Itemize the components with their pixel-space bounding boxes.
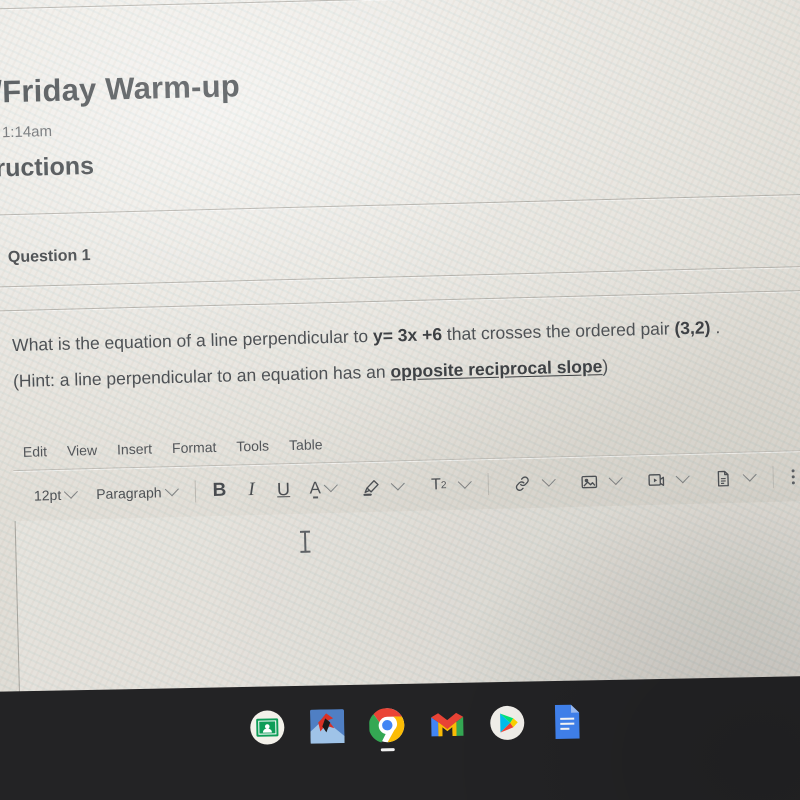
superscript-letter: T [430,476,442,494]
image-dropdown[interactable] [563,465,631,497]
quiz-due-date: Feb 9 at 1:14am [0,122,53,143]
menu-view[interactable]: View [67,442,97,459]
chevron-down-icon [164,482,179,497]
divider-below-question-header [0,264,800,288]
superscript-dropdown[interactable]: T2 [412,469,480,501]
menu-insert[interactable]: Insert [117,441,152,458]
chevron-down-icon [742,467,757,482]
document-icon [707,465,740,492]
divider-above-question [0,192,800,216]
highlighter-icon [356,474,389,501]
question-label: Question 1 [7,247,91,267]
superscript-icon: T2 [422,472,455,499]
toolbar-separator [487,473,490,496]
menu-format[interactable]: Format [172,439,217,456]
google-docs-icon[interactable] [548,702,587,741]
chromebook-screen: Thursday/Friday Warm-up rsday/Friday War… [0,0,800,726]
photos-app-icon[interactable] [308,707,347,746]
bold-button[interactable]: B [203,477,236,504]
gmail-icon[interactable] [428,705,467,744]
question-hint-part1: (Hint: a line perpendicular to an equati… [12,361,391,392]
chevron-down-icon [323,478,338,493]
answer-textarea[interactable] [14,500,800,698]
kebab-dot [791,474,795,478]
page-title: rsday/Friday Warm-up [0,68,241,112]
media-icon [640,466,673,493]
question-line1-part1: What is the equation of a line perpendic… [11,325,374,356]
active-app-indicator [380,748,395,752]
rich-content-editor: Edit View Insert Format Tools Table 12pt… [13,424,800,698]
link-dropdown[interactable] [496,467,564,499]
text-cursor-icon [303,531,307,552]
question-equation: y= 3x +6 [372,324,443,346]
question-text: What is the equation of a line perpendic… [12,306,800,399]
chevron-down-icon [541,472,556,487]
chevron-down-icon [608,470,623,486]
block-format-value: Paragraph [95,484,162,502]
highlight-color-dropdown[interactable] [345,471,413,503]
image-icon [573,468,606,495]
media-dropdown[interactable] [630,464,698,496]
document-dropdown[interactable] [697,462,765,494]
kebab-menu-icon[interactable] [781,465,800,489]
chevron-down-icon [457,474,472,489]
google-classroom-icon[interactable] [248,708,287,747]
toolbar-separator [194,480,196,503]
chevron-down-icon [675,469,690,484]
font-size-value: 12pt [33,486,62,504]
question-ordered-pair: (3,2) [674,317,711,339]
text-color-icon: A [309,478,322,498]
divider-question-body-top [0,288,800,312]
link-icon [506,470,539,497]
chevron-down-icon [64,484,79,499]
taskbar-icon-list [248,702,587,752]
google-chrome-icon[interactable] [368,706,407,752]
photo-of-screen: Thursday/Friday Warm-up rsday/Friday War… [0,0,800,800]
superscript-exponent: 2 [440,479,447,491]
text-color-dropdown[interactable]: A [299,477,346,500]
menu-table[interactable]: Table [289,436,323,453]
toolbar-separator [772,465,774,488]
italic-button[interactable]: I [235,477,268,504]
kebab-dot [791,480,795,484]
question-line1-part2: that crosses the ordered pair [441,318,675,345]
question-hint-part2: ) [602,355,609,377]
font-size-dropdown[interactable]: 12pt [24,484,87,506]
google-play-icon[interactable] [488,704,527,743]
quiz-instructions-heading: : Instructions [0,151,95,184]
taskbar [0,675,800,800]
underline-button[interactable]: U [267,476,300,503]
kebab-dot [791,468,795,472]
block-format-dropdown[interactable]: Paragraph [86,482,187,505]
question-line1-part3: . [710,317,721,338]
menu-edit[interactable]: Edit [23,443,48,460]
divider-top [0,0,800,10]
hint-link[interactable]: opposite reciprocal slope [390,356,602,381]
chevron-down-icon [390,476,405,491]
menu-tools[interactable]: Tools [236,438,269,455]
